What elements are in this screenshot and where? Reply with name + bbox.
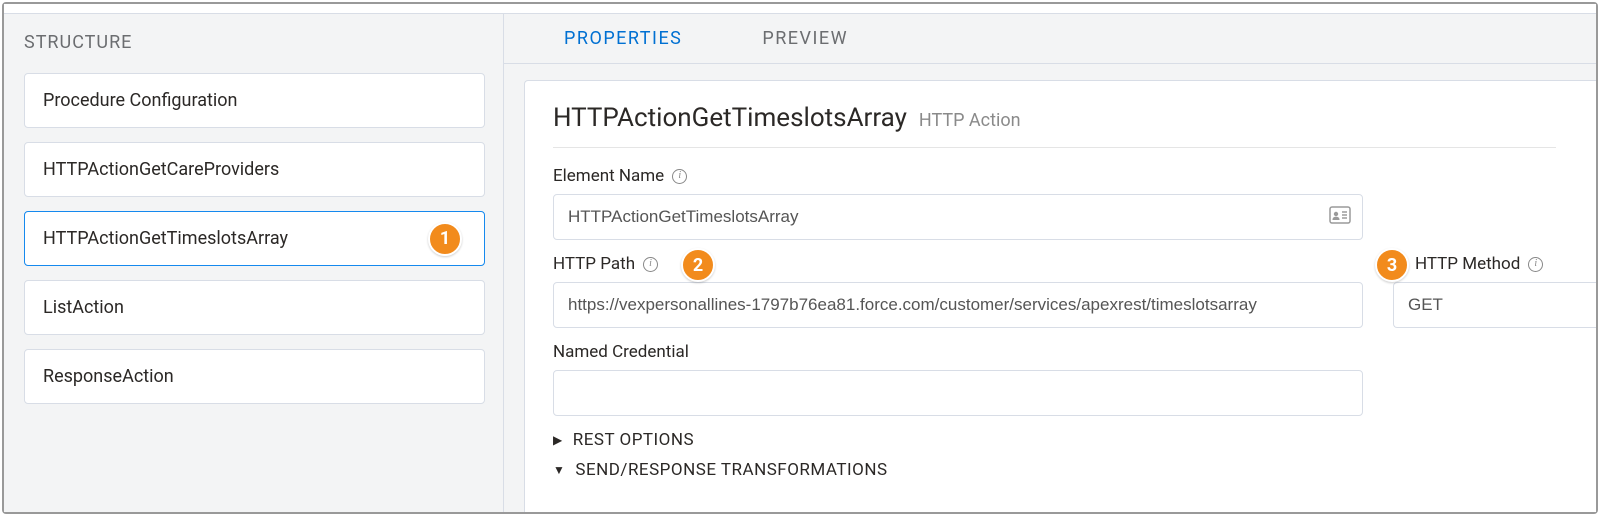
structure-item-label: HTTPActionGetCareProviders	[43, 159, 279, 180]
tabs-row: PROPERTIES PREVIEW	[504, 14, 1596, 64]
structure-item-http-timeslots-array[interactable]: HTTPActionGetTimeslotsArray 1	[24, 211, 485, 266]
callout-badge-2: 2	[681, 248, 715, 282]
structure-item-label: Procedure Configuration	[43, 90, 237, 111]
element-name-input[interactable]	[553, 194, 1363, 240]
info-icon[interactable]: i	[1528, 257, 1543, 272]
panel-title: HTTPActionGetTimeslotsArray	[553, 103, 907, 133]
element-name-group: Element Name i	[553, 166, 1363, 240]
structure-item-label: ResponseAction	[43, 366, 174, 387]
http-path-label: HTTP Path i 2	[553, 254, 1363, 274]
section-label: REST OPTIONS	[573, 430, 694, 450]
element-name-input-wrap	[553, 194, 1363, 240]
structure-item-list-action[interactable]: ListAction	[24, 280, 485, 335]
structure-item-label: ListAction	[43, 297, 124, 318]
chevron-down-icon: ▼	[553, 463, 565, 477]
info-icon[interactable]: i	[672, 169, 687, 184]
panel-subtitle: HTTP Action	[919, 110, 1021, 131]
named-credential-group: Named Credential	[553, 342, 1363, 416]
element-name-label: Element Name i	[553, 166, 1363, 186]
main-area: STRUCTURE Procedure Configuration HTTPAc…	[4, 14, 1596, 512]
panel-header: HTTPActionGetTimeslotsArray HTTP Action	[553, 103, 1556, 148]
sidebar-header: STRUCTURE	[24, 32, 485, 53]
info-icon[interactable]: i	[643, 257, 658, 272]
structure-item-response-action[interactable]: ResponseAction	[24, 349, 485, 404]
named-credential-label: Named Credential	[553, 342, 1363, 362]
chevron-right-icon: ▶	[553, 433, 563, 447]
content-area: PROPERTIES PREVIEW HTTPActionGetTimeslot…	[504, 14, 1596, 512]
id-card-icon	[1329, 206, 1351, 228]
tab-properties[interactable]: PROPERTIES	[524, 14, 722, 63]
structure-sidebar: STRUCTURE Procedure Configuration HTTPAc…	[4, 14, 504, 512]
http-method-input[interactable]	[1393, 282, 1596, 328]
section-label: SEND/RESPONSE TRANSFORMATIONS	[575, 460, 887, 480]
named-credential-input[interactable]	[553, 370, 1363, 416]
http-method-group: 3 HTTP Method i	[1393, 254, 1596, 328]
structure-item-label: HTTPActionGetTimeslotsArray	[43, 228, 288, 249]
http-path-input[interactable]	[553, 282, 1363, 328]
structure-item-http-care-providers[interactable]: HTTPActionGetCareProviders	[24, 142, 485, 197]
callout-badge-1: 1	[428, 222, 462, 256]
tab-preview[interactable]: PREVIEW	[722, 14, 888, 63]
properties-panel: HTTPActionGetTimeslotsArray HTTP Action …	[524, 80, 1596, 512]
app-frame: STRUCTURE Procedure Configuration HTTPAc…	[2, 2, 1598, 514]
label-text: Element Name	[553, 166, 664, 186]
send-response-section[interactable]: ▼ SEND/RESPONSE TRANSFORMATIONS	[553, 460, 1596, 480]
label-text: HTTP Method	[1415, 254, 1520, 274]
rest-options-section[interactable]: ▶ REST OPTIONS	[553, 430, 1596, 450]
label-text: Named Credential	[553, 342, 689, 362]
http-method-label: HTTP Method i	[1393, 254, 1596, 274]
structure-item-procedure-configuration[interactable]: Procedure Configuration	[24, 73, 485, 128]
http-path-group: HTTP Path i 2	[553, 254, 1363, 328]
label-text: HTTP Path	[553, 254, 635, 274]
top-strip	[4, 4, 1596, 14]
form-area: Element Name i	[553, 148, 1596, 480]
callout-badge-3: 3	[1375, 248, 1409, 282]
